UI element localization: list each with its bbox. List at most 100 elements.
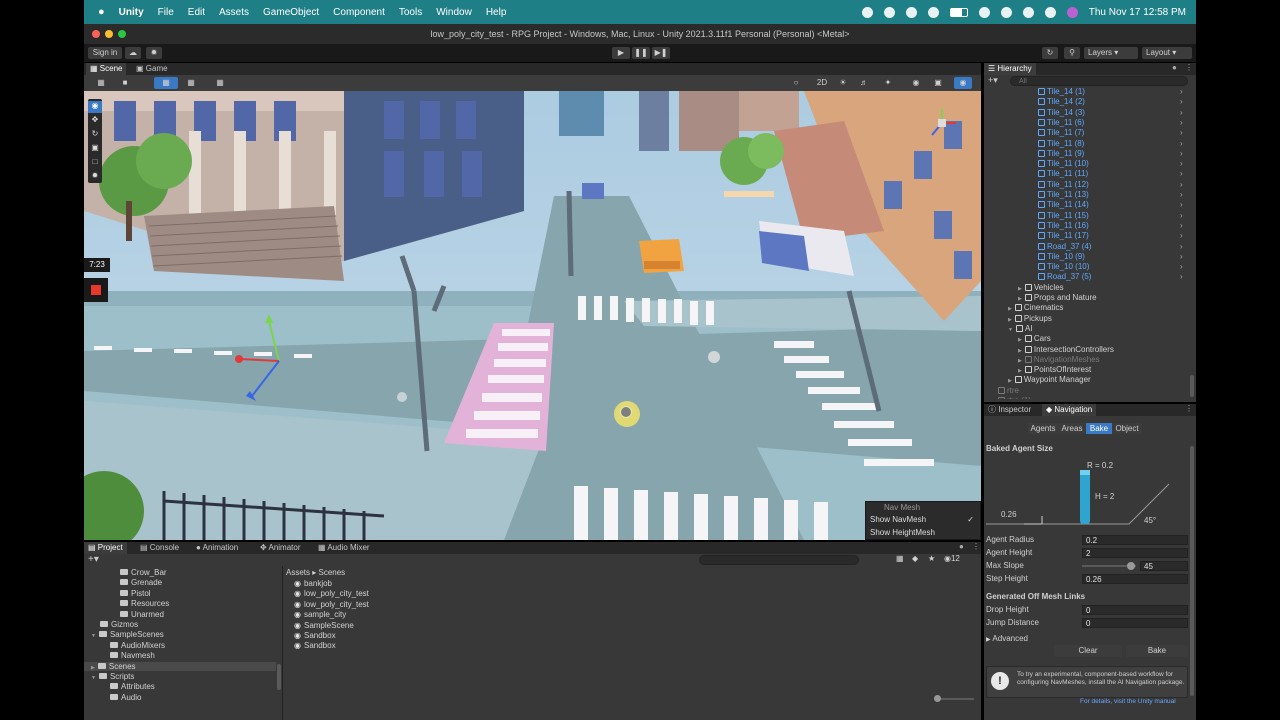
menu-window[interactable]: Window	[436, 7, 472, 18]
hierarchy-row[interactable]: ▶ IntersectionControllers	[984, 345, 1194, 355]
project-tree-item[interactable]: Audio	[84, 693, 276, 702]
label-icon[interactable]: ◆	[912, 554, 918, 563]
collab-icon[interactable]: ✹	[146, 47, 162, 59]
tab-audio-mixer[interactable]: ▦ Audio Mixer	[314, 542, 374, 554]
chevron-right-icon[interactable]: ▶	[1018, 296, 1022, 302]
siri-icon[interactable]	[1066, 6, 1078, 18]
icon-size-slider-handle[interactable]	[934, 695, 941, 702]
project-search-input[interactable]	[699, 555, 859, 565]
hierarchy-row[interactable]: Tile_14 (3) ›	[984, 108, 1194, 118]
view-tool-icon[interactable]: ◉	[88, 101, 102, 113]
rotate-tool-icon[interactable]: ↻	[88, 129, 102, 141]
status-icon[interactable]	[861, 6, 873, 18]
sign-in-button[interactable]: Sign in	[88, 47, 122, 59]
chevron-down-icon[interactable]: ▼	[91, 633, 96, 639]
grid-icon[interactable]: ▦	[154, 77, 178, 89]
hierarchy-row[interactable]: Road_37 (4) ›	[984, 242, 1194, 252]
hierarchy-row[interactable]: ▶ Cars	[984, 334, 1194, 344]
breadcrumb-assets[interactable]: Assets	[286, 568, 310, 577]
clock-icon[interactable]	[1022, 6, 1034, 18]
prefab-open-chevron-icon[interactable]: ›	[1180, 211, 1183, 221]
sphere-icon[interactable]: ○	[788, 77, 804, 89]
project-tree-item[interactable]: Attributes	[84, 682, 276, 691]
inspector-more-icon[interactable]: ⋮	[1185, 404, 1193, 413]
menu-help[interactable]: Help	[486, 7, 507, 18]
project-tree-item[interactable]: Grenade	[84, 578, 276, 587]
scene-viewport[interactable]: ◉ ✥ ↻ ▣ □ ✹ 7:23 Nav Mesh Show NavMesh ✓…	[84, 91, 981, 540]
settings-icon[interactable]	[883, 6, 895, 18]
agent-height-field[interactable]: 2	[1082, 548, 1188, 558]
search-icon[interactable]	[1000, 6, 1012, 18]
hierarchy-row[interactable]: Tile_11 (6) ›	[984, 118, 1194, 128]
subtab-object[interactable]: Object	[1112, 423, 1142, 434]
step-height-field[interactable]: 0.26	[1082, 574, 1188, 584]
control-center-icon[interactable]	[1044, 6, 1056, 18]
clear-button[interactable]: Clear	[1054, 645, 1122, 657]
scene-file-item[interactable]: ◉ sample_city	[294, 610, 346, 619]
breadcrumb-scenes[interactable]: Scenes	[319, 568, 346, 577]
step-button[interactable]: ▶❚	[652, 47, 670, 59]
project-tree-item[interactable]: AudioMixers	[84, 641, 276, 650]
tab-project[interactable]: ▤ Project	[84, 542, 127, 554]
orientation-gizmo[interactable]	[924, 105, 960, 141]
chevron-right-icon[interactable]: ▶	[91, 665, 95, 671]
drop-height-field[interactable]: 0	[1082, 605, 1188, 615]
project-tree-item[interactable]: ▼ SampleScenes	[84, 630, 276, 639]
scene-file-item[interactable]: ◉ low_poly_city_test	[294, 589, 369, 598]
scene-file-item[interactable]: ◉ bankjob	[294, 579, 332, 588]
prefab-open-chevron-icon[interactable]: ›	[1180, 200, 1183, 210]
hierarchy-row[interactable]: Tile_11 (11) ›	[984, 169, 1194, 179]
hierarchy-row[interactable]: ▶ Props and Nature	[984, 293, 1194, 303]
filter-icon[interactable]: ▦	[896, 554, 904, 563]
prefab-open-chevron-icon[interactable]: ›	[1180, 139, 1183, 149]
lock-icon[interactable]: ●	[1172, 63, 1177, 72]
prefab-open-chevron-icon[interactable]: ›	[1180, 149, 1183, 159]
menu-component[interactable]: Component	[333, 7, 385, 18]
minimize-window-icon[interactable]	[105, 30, 113, 38]
gizmos-icon[interactable]: ◉	[954, 77, 972, 89]
hierarchy-search[interactable]: +▾	[986, 75, 1192, 86]
prefab-open-chevron-icon[interactable]: ›	[1180, 190, 1183, 200]
jump-distance-field[interactable]: 0	[1082, 618, 1188, 628]
cloud-icon[interactable]: ☁	[125, 47, 141, 59]
project-tree-item[interactable]: Pistol	[84, 589, 276, 598]
close-window-icon[interactable]	[92, 30, 100, 38]
icon-size-slider[interactable]	[934, 695, 974, 702]
subtab-areas[interactable]: Areas	[1058, 423, 1086, 434]
project-tree-scrollbar[interactable]	[277, 664, 281, 690]
wifi-icon[interactable]	[978, 6, 990, 18]
max-slope-slider-handle[interactable]	[1126, 562, 1135, 570]
chevron-right-icon[interactable]: ▶	[1018, 368, 1022, 374]
hierarchy-row[interactable]: ▶ NavigationMeshes	[984, 355, 1194, 365]
menubar-datetime[interactable]: Thu Nov 17 12:58 PM	[1089, 7, 1186, 18]
increment-icon[interactable]: ▦	[208, 77, 232, 89]
layers-dropdown[interactable]: Layers ▾	[1084, 47, 1138, 59]
hierarchy-row[interactable]: rtre	[984, 386, 1194, 396]
tab-animation[interactable]: ● Animation	[192, 542, 242, 554]
hidden-count-badge[interactable]: ◉12	[944, 554, 960, 563]
hierarchy-row[interactable]: ▶ Vehicles	[984, 283, 1194, 293]
hierarchy-row[interactable]: ▶ Cinematics	[984, 303, 1194, 313]
menu-app[interactable]: Unity	[119, 7, 144, 18]
max-slope-slider[interactable]	[1082, 562, 1136, 570]
lighting-icon[interactable]: ☀	[836, 77, 850, 89]
tab-animator[interactable]: ✥ Animator	[256, 542, 305, 554]
hierarchy-row[interactable]: Road_37 (5) ›	[984, 272, 1194, 282]
tab-navigation[interactable]: ◆ Navigation	[1042, 404, 1097, 416]
render-mode-icon[interactable]: ■	[116, 77, 134, 89]
scene-file-item[interactable]: ◉ low_poly_city_test	[294, 600, 369, 609]
subtab-agents[interactable]: Agents	[1028, 423, 1058, 434]
project-add-icon[interactable]: +▾	[88, 554, 99, 565]
menu-file[interactable]: File	[158, 7, 174, 18]
prefab-open-chevron-icon[interactable]: ›	[1180, 169, 1183, 179]
hierarchy-row[interactable]: Tile_10 (9) ›	[984, 252, 1194, 262]
favorite-icon[interactable]: ★	[928, 554, 935, 563]
project-tree-item[interactable]: ▶ Scenes	[84, 661, 276, 671]
scale-tool-icon[interactable]: ▣	[88, 143, 102, 155]
chevron-right-icon[interactable]: ▶	[1018, 348, 1022, 354]
prefab-open-chevron-icon[interactable]: ›	[1180, 97, 1183, 107]
tab-hierarchy[interactable]: ☰ Hierarchy	[984, 63, 1036, 75]
hierarchy-row[interactable]: Tile_11 (12) ›	[984, 180, 1194, 190]
chevron-right-icon[interactable]: ▶	[1018, 337, 1022, 343]
layout-dropdown[interactable]: Layout ▾	[1142, 47, 1192, 59]
